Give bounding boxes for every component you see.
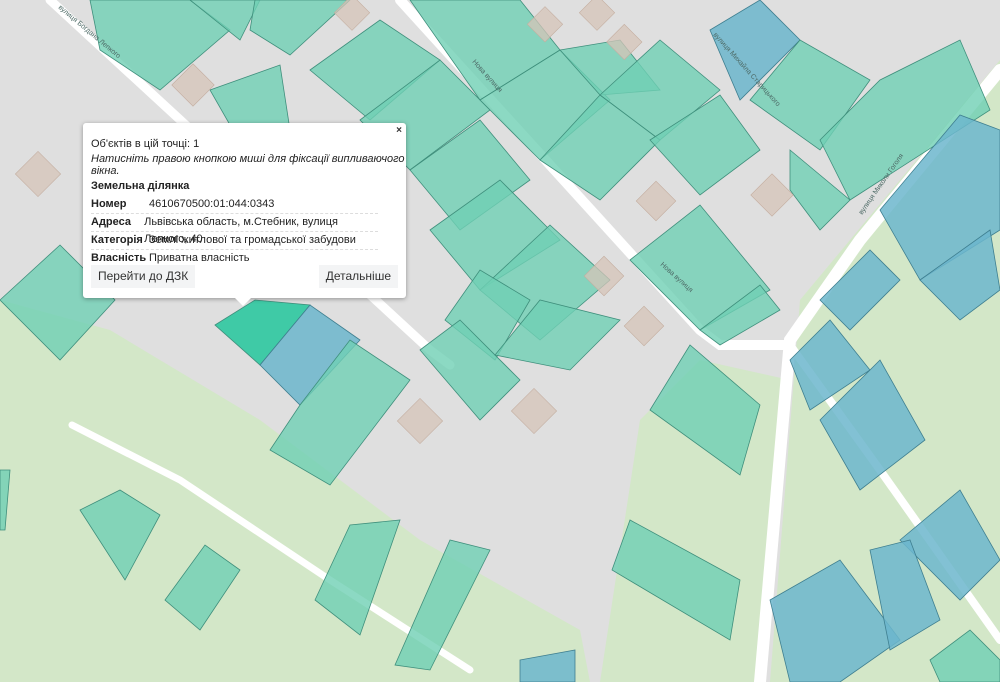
building [578, 0, 616, 31]
building [396, 397, 444, 445]
info-value: Львівська область, м.Стебник, вулиця Леп… [144, 216, 338, 245]
info-value: 4610670500:01:044:0343 [149, 198, 275, 210]
info-table: Номер 4610670500:01:044:0343 Адреса Львівс… [91, 196, 378, 267]
popup-title: Земельна ділянка [91, 180, 190, 192]
parcel-info-popup: × Об'єктів в цій точці: 1 Натисніть прав… [83, 123, 406, 306]
building [510, 387, 558, 435]
building [14, 150, 62, 198]
building [635, 180, 677, 222]
info-key: Категорія [91, 234, 143, 246]
info-key: Номер [91, 198, 127, 210]
popup-hint: Натисніть правою кнопкою миші для фіксац… [91, 153, 405, 177]
parcel[interactable] [249, 0, 351, 56]
info-row-number: Номер 4610670500:01:044:0343 [91, 196, 378, 214]
close-icon[interactable]: × [396, 125, 402, 136]
details-button[interactable]: Детальніше [318, 265, 398, 288]
go-to-dzk-button[interactable]: Перейти до ДЗК [91, 265, 196, 288]
info-row-category: Категорія Землі житлової та громадської з… [91, 232, 378, 250]
info-value: Землі житлової та громадської забудови [149, 234, 356, 246]
building [750, 173, 794, 217]
building [623, 305, 665, 347]
info-row-address: Адреса Львівська область, м.Стебник, вули… [91, 214, 378, 245]
cadastral-map[interactable]: вулиця Богдана Лепкого Нова вулиця Нова … [0, 0, 1000, 682]
objects-count: Об'єктів в цій точці: 1 [91, 138, 200, 150]
parcel[interactable] [209, 64, 291, 131]
info-key: Адреса [91, 216, 131, 228]
